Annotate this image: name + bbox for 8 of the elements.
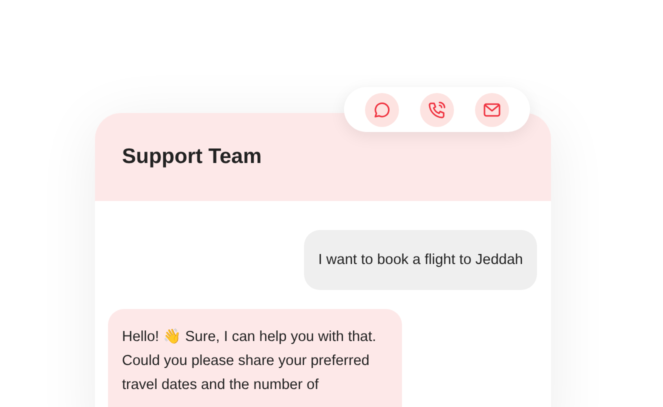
header-title: Support Team <box>122 145 262 169</box>
email-button[interactable] <box>475 92 509 126</box>
incoming-message: Hello! 👋 Sure, I can help you with that. Could you please share your preferred travel dates and the number of <box>108 309 402 407</box>
chat-bubble-icon <box>372 100 392 120</box>
chat-button[interactable] <box>365 92 399 126</box>
outgoing-message: I want to book a flight to Jeddah <box>304 230 537 290</box>
phone-icon <box>427 100 447 120</box>
call-button[interactable] <box>420 92 454 126</box>
